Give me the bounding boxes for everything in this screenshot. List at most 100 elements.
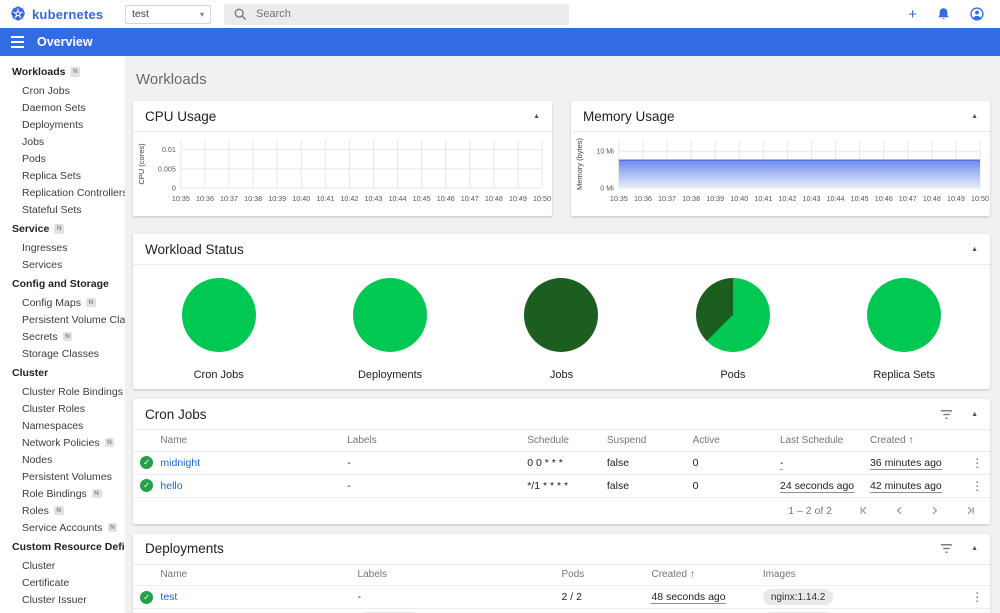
sidebar-item-label: Storage Classes [22, 347, 100, 360]
sidebar-item-storage-classes[interactable]: Storage Classes [0, 345, 125, 362]
sidebar-item-certificate[interactable]: Certificate [0, 574, 125, 591]
svg-text:10:39: 10:39 [268, 194, 286, 203]
column-header-images[interactable]: Images [762, 564, 965, 586]
menu-hamburger-icon[interactable] [11, 36, 24, 48]
sidebar-item-jobs[interactable]: Jobs [0, 133, 125, 150]
sidebar-item-services[interactable]: Services [0, 256, 125, 273]
resource-link[interactable]: midnight [160, 457, 200, 469]
column-header-created[interactable]: Created ↑ [869, 430, 965, 452]
sidebar-section-config-and-storage[interactable]: Config and Storage [0, 273, 125, 294]
cell-value: - [347, 474, 528, 498]
workload-pie-deployments: Deployments [353, 278, 428, 381]
sidebar-item-label: Custom Resource Definitions [12, 541, 125, 553]
column-header-name[interactable]: Name [160, 430, 348, 452]
row-menu-button[interactable]: ⋮ [971, 590, 983, 604]
svg-text:10:49: 10:49 [947, 194, 965, 203]
relative-time: 42 minutes ago [869, 479, 942, 493]
row-menu-button[interactable]: ⋮ [971, 456, 983, 470]
pie-chart [867, 278, 942, 352]
sidebar-section-cluster[interactable]: Cluster [0, 362, 125, 383]
svg-text:10:45: 10:45 [413, 194, 431, 203]
sidebar-item-network-policies[interactable]: Network Policies N [0, 434, 125, 451]
sidebar-item-deployments[interactable]: Deployments [0, 116, 125, 133]
namespace-select[interactable]: test ▾ [125, 4, 211, 24]
search-bar [224, 3, 569, 25]
pie-label: Cron Jobs [193, 369, 244, 381]
collapse-card-icon[interactable]: ▲ [533, 113, 540, 120]
workload-status-card: Workload Status ▲ Cron Jobs Deployments Jo… [133, 234, 990, 389]
cpu-usage-card: CPU Usage ▲ 10:35 10:36 10:37 10:38 10:39 10:… [133, 101, 552, 216]
sidebar-item-persistent-volumes[interactable]: Persistent Volumes [0, 468, 125, 485]
collapse-card-icon[interactable]: ▲ [971, 246, 978, 253]
resource-link[interactable]: hello [160, 480, 182, 492]
sidebar-item-config-maps[interactable]: Config Maps N [0, 294, 125, 311]
plus-icon[interactable]: + [908, 7, 917, 22]
sidebar-item-label: Stateful Sets [22, 203, 82, 216]
collapse-card-icon[interactable]: ▲ [971, 545, 978, 552]
column-header-active[interactable]: Active [692, 430, 780, 452]
sidebar-item-replication-controllers[interactable]: Replication Controllers [0, 184, 125, 201]
sidebar-item-cluster-roles[interactable]: Cluster Roles [0, 400, 125, 417]
collapse-card-icon[interactable]: ▲ [971, 113, 978, 120]
column-header-last_schedule[interactable]: Last Schedule [779, 430, 870, 452]
column-header-suspend[interactable]: Suspend [606, 430, 693, 452]
resource-link[interactable]: test [160, 591, 177, 603]
namespaced-badge: N [53, 505, 64, 516]
table-row: ✓nginx-deploymentapp: nginx3 / 342 minut… [133, 608, 990, 613]
sidebar-item-role-bindings[interactable]: Role Bindings N [0, 485, 125, 502]
column-header-schedule[interactable]: Schedule [527, 430, 607, 452]
pie-label: Pods [720, 369, 746, 381]
column-header-labels[interactable]: Labels [347, 430, 528, 452]
cron-jobs-table: Name Labels Schedule Suspend Active Last Sche… [133, 430, 990, 498]
namespaced-badge: N [54, 224, 65, 234]
sidebar-item-nodes[interactable]: Nodes [0, 451, 125, 468]
svg-text:10 Mi: 10 Mi [596, 147, 614, 156]
filter-icon[interactable] [940, 543, 953, 554]
sidebar-item-secrets[interactable]: Secrets N [0, 328, 125, 345]
sidebar-item-service-accounts[interactable]: Service Accounts N [0, 519, 125, 536]
relative-time: - [779, 456, 784, 470]
last-page-icon[interactable] [963, 504, 976, 517]
account-circle-icon[interactable] [970, 7, 984, 21]
sidebar-section-custom-resource-definitions[interactable]: Custom Resource Definitions [0, 536, 125, 557]
column-header-labels[interactable]: Labels [357, 564, 562, 586]
sidebar-item-roles[interactable]: Roles N [0, 502, 125, 519]
collapse-card-icon[interactable]: ▲ [971, 411, 978, 418]
memory-usage-title: Memory Usage [583, 108, 675, 124]
column-header-pods[interactable]: Pods [561, 564, 652, 586]
column-header-name[interactable]: Name [160, 564, 358, 586]
svg-text:10:37: 10:37 [220, 194, 238, 203]
filter-icon[interactable] [940, 409, 953, 420]
sidebar-item-label: Config and Storage [12, 278, 109, 290]
sidebar-item-daemon-sets[interactable]: Daemon Sets [0, 99, 125, 116]
sidebar-item-persistent-volume-claims[interactable]: Persistent Volume ClaimsN [0, 311, 125, 328]
sidebar-item-pods[interactable]: Pods [0, 150, 125, 167]
relative-time: 36 minutes ago [869, 456, 942, 470]
svg-text:10:35: 10:35 [172, 194, 190, 203]
header-actions: + [908, 7, 1000, 22]
notifications-bell-icon[interactable] [937, 7, 950, 21]
status-ok-icon: ✓ [140, 590, 154, 604]
svg-text:10:41: 10:41 [316, 194, 334, 203]
sidebar-item-replica-sets[interactable]: Replica Sets [0, 167, 125, 184]
sidebar-item-namespaces[interactable]: Namespaces [0, 417, 125, 434]
sidebar-item-label: Persistent Volumes [22, 470, 112, 483]
sidebar-section-service[interactable]: Service N [0, 218, 125, 239]
svg-text:10:37: 10:37 [658, 194, 676, 203]
next-page-icon[interactable] [928, 504, 941, 517]
sidebar-item-ingresses[interactable]: Ingresses [0, 239, 125, 256]
row-menu-button[interactable]: ⋮ [971, 479, 983, 493]
kubernetes-logo[interactable]: kubernetes [0, 6, 125, 22]
column-header-created[interactable]: Created ↑ [651, 564, 763, 586]
sidebar-item-stateful-sets[interactable]: Stateful Sets [0, 201, 125, 218]
sidebar-item-label: Service [12, 223, 50, 235]
previous-page-icon[interactable] [893, 504, 906, 517]
sidebar-item-cluster-role-bindings[interactable]: Cluster Role Bindings [0, 383, 125, 400]
svg-text:10:50: 10:50 [971, 194, 989, 203]
sidebar-section-workloads[interactable]: Workloads N [0, 61, 125, 82]
search-input[interactable] [256, 8, 516, 20]
first-page-icon[interactable] [858, 504, 871, 517]
sidebar-item-cluster-issuer[interactable]: Cluster Issuer [0, 591, 125, 608]
sidebar-item-cluster[interactable]: Cluster [0, 557, 125, 574]
sidebar-item-cron-jobs[interactable]: Cron Jobs [0, 82, 125, 99]
